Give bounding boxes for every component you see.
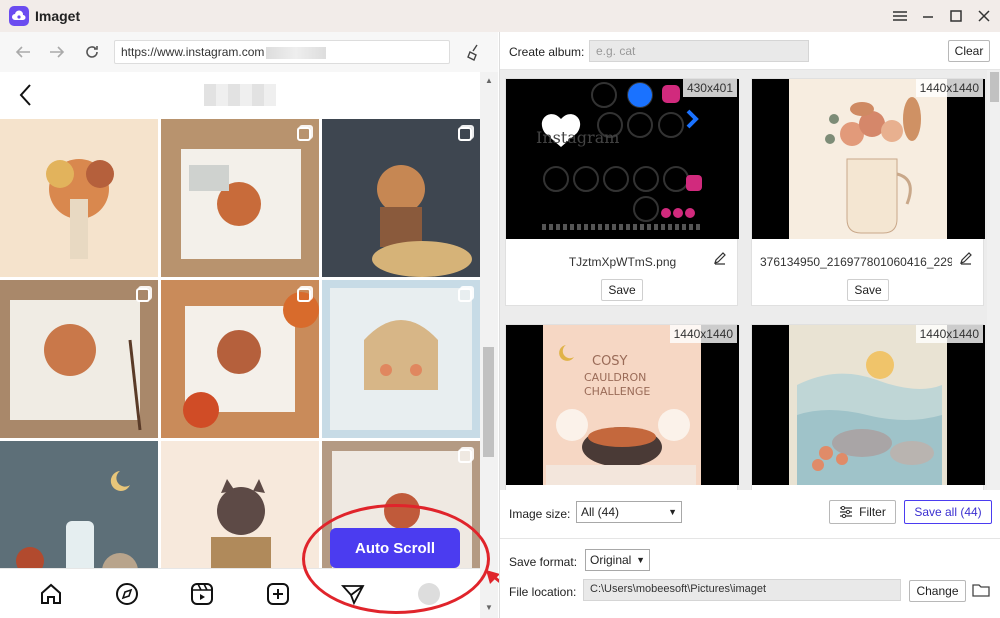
forward-arrow-icon[interactable]	[46, 41, 68, 63]
image-dimensions: 1440x1440	[915, 79, 983, 97]
multi-image-icon	[458, 449, 472, 463]
clear-button[interactable]: Clear	[948, 40, 990, 62]
svg-text:CHALLENGE: CHALLENGE	[584, 385, 650, 398]
save-button[interactable]: Save	[847, 279, 889, 301]
image-card: COSY CAULDRON CHALLENGE 1440x1440	[505, 324, 739, 490]
home-icon[interactable]	[38, 581, 64, 607]
filter-button[interactable]: Filter	[829, 500, 896, 524]
profile-name-blurred	[204, 84, 276, 106]
broom-icon[interactable]	[463, 41, 485, 63]
image-size-label: Image size:	[509, 507, 571, 521]
profile-header	[0, 72, 480, 118]
svg-text:CAULDRON: CAULDRON	[584, 371, 646, 384]
image-card: Instagram 430x401 TJztmXpWTmS.png Save	[505, 78, 739, 306]
image-thumbnail[interactable]	[752, 79, 985, 239]
post-tile[interactable]	[322, 119, 480, 277]
scrollbar-thumb[interactable]	[483, 347, 494, 457]
image-thumbnail[interactable]	[752, 325, 985, 485]
maximize-icon[interactable]	[946, 6, 966, 26]
post-tile[interactable]	[161, 441, 319, 568]
image-thumbnail[interactable]: COSY CAULDRON CHALLENGE	[506, 325, 739, 485]
menu-icon[interactable]	[890, 6, 910, 26]
folder-icon[interactable]	[972, 582, 990, 601]
auto-scroll-button[interactable]: Auto Scroll	[330, 528, 460, 568]
image-dimensions: 430x401	[682, 79, 737, 97]
gallery-scrollbar[interactable]	[987, 70, 1000, 490]
minimize-icon[interactable]	[918, 6, 938, 26]
edit-pencil-icon[interactable]	[959, 251, 973, 268]
close-icon[interactable]	[974, 6, 994, 26]
back-arrow-icon[interactable]	[12, 41, 34, 63]
post-tile[interactable]	[322, 280, 480, 438]
save-all-button[interactable]: Save all (44)	[904, 500, 992, 524]
save-button[interactable]: Save	[601, 279, 643, 301]
post-tile[interactable]	[0, 441, 158, 568]
edit-pencil-icon[interactable]	[713, 251, 727, 268]
multi-image-icon	[297, 288, 311, 302]
change-button[interactable]: Change	[909, 580, 966, 602]
export-settings: Image size: All (44) ▼ Filter Save all (4…	[500, 490, 1000, 618]
filter-icon	[840, 506, 853, 518]
reels-icon[interactable]	[189, 581, 215, 607]
gallery-scrollbar-thumb[interactable]	[990, 72, 999, 102]
svg-text:Instagram: Instagram	[536, 128, 619, 147]
image-size-select[interactable]: All (44) ▼	[576, 501, 682, 523]
save-format-select[interactable]: Original ▼	[585, 549, 650, 571]
image-gallery: Instagram 430x401 TJztmXpWTmS.png Save 1…	[500, 70, 1000, 490]
image-dimensions: 1440x1440	[915, 325, 983, 343]
file-location-input[interactable]: C:\Users\mobeesoft\Pictures\imaget	[583, 579, 901, 601]
image-filename: 376134950_216977801060416_22974	[760, 255, 952, 269]
scrollbar[interactable]	[480, 72, 498, 618]
multi-image-icon	[458, 288, 472, 302]
refresh-icon[interactable]	[81, 41, 103, 63]
post-tile[interactable]	[161, 119, 319, 277]
create-album-label: Create album:	[509, 45, 585, 59]
image-thumbnail[interactable]: Instagram	[506, 79, 739, 239]
multi-image-icon	[458, 127, 472, 141]
image-card: 1440x1440 376134950_216977801060416_2297…	[751, 78, 985, 306]
app-title: Imaget	[35, 8, 81, 24]
album-name-input[interactable]: e.g. cat	[589, 40, 809, 62]
file-location-label: File location:	[509, 585, 577, 599]
app-logo-icon	[9, 6, 29, 26]
url-input[interactable]: https://www.instagram.com	[114, 40, 450, 64]
multi-image-icon	[136, 288, 150, 302]
save-format-label: Save format:	[509, 555, 578, 569]
browser-pane: https://www.instagram.com ▲ ▼ Auto Scrol…	[0, 32, 498, 618]
title-bar: Imaget	[0, 0, 1000, 32]
post-tile[interactable]	[0, 280, 158, 438]
explore-icon[interactable]	[114, 581, 140, 607]
imaget-panel: Create album: e.g. cat Clear Instagram 4…	[499, 32, 1000, 618]
image-filename: TJztmXpWTmS.png	[568, 255, 677, 269]
post-grid	[0, 119, 480, 568]
svg-text:COSY: COSY	[592, 354, 628, 369]
post-tile[interactable]	[0, 119, 158, 277]
multi-image-icon	[297, 127, 311, 141]
post-tile[interactable]	[161, 280, 319, 438]
image-dimensions: 1440x1440	[669, 325, 737, 343]
browser-toolbar: https://www.instagram.com	[0, 32, 498, 72]
album-bar: Create album: e.g. cat Clear	[500, 32, 1000, 70]
back-chevron-icon[interactable]	[18, 83, 34, 110]
image-card: 1440x1440	[751, 324, 985, 490]
scroll-up-icon[interactable]: ▲	[485, 76, 493, 85]
create-post-icon[interactable]	[265, 581, 291, 607]
